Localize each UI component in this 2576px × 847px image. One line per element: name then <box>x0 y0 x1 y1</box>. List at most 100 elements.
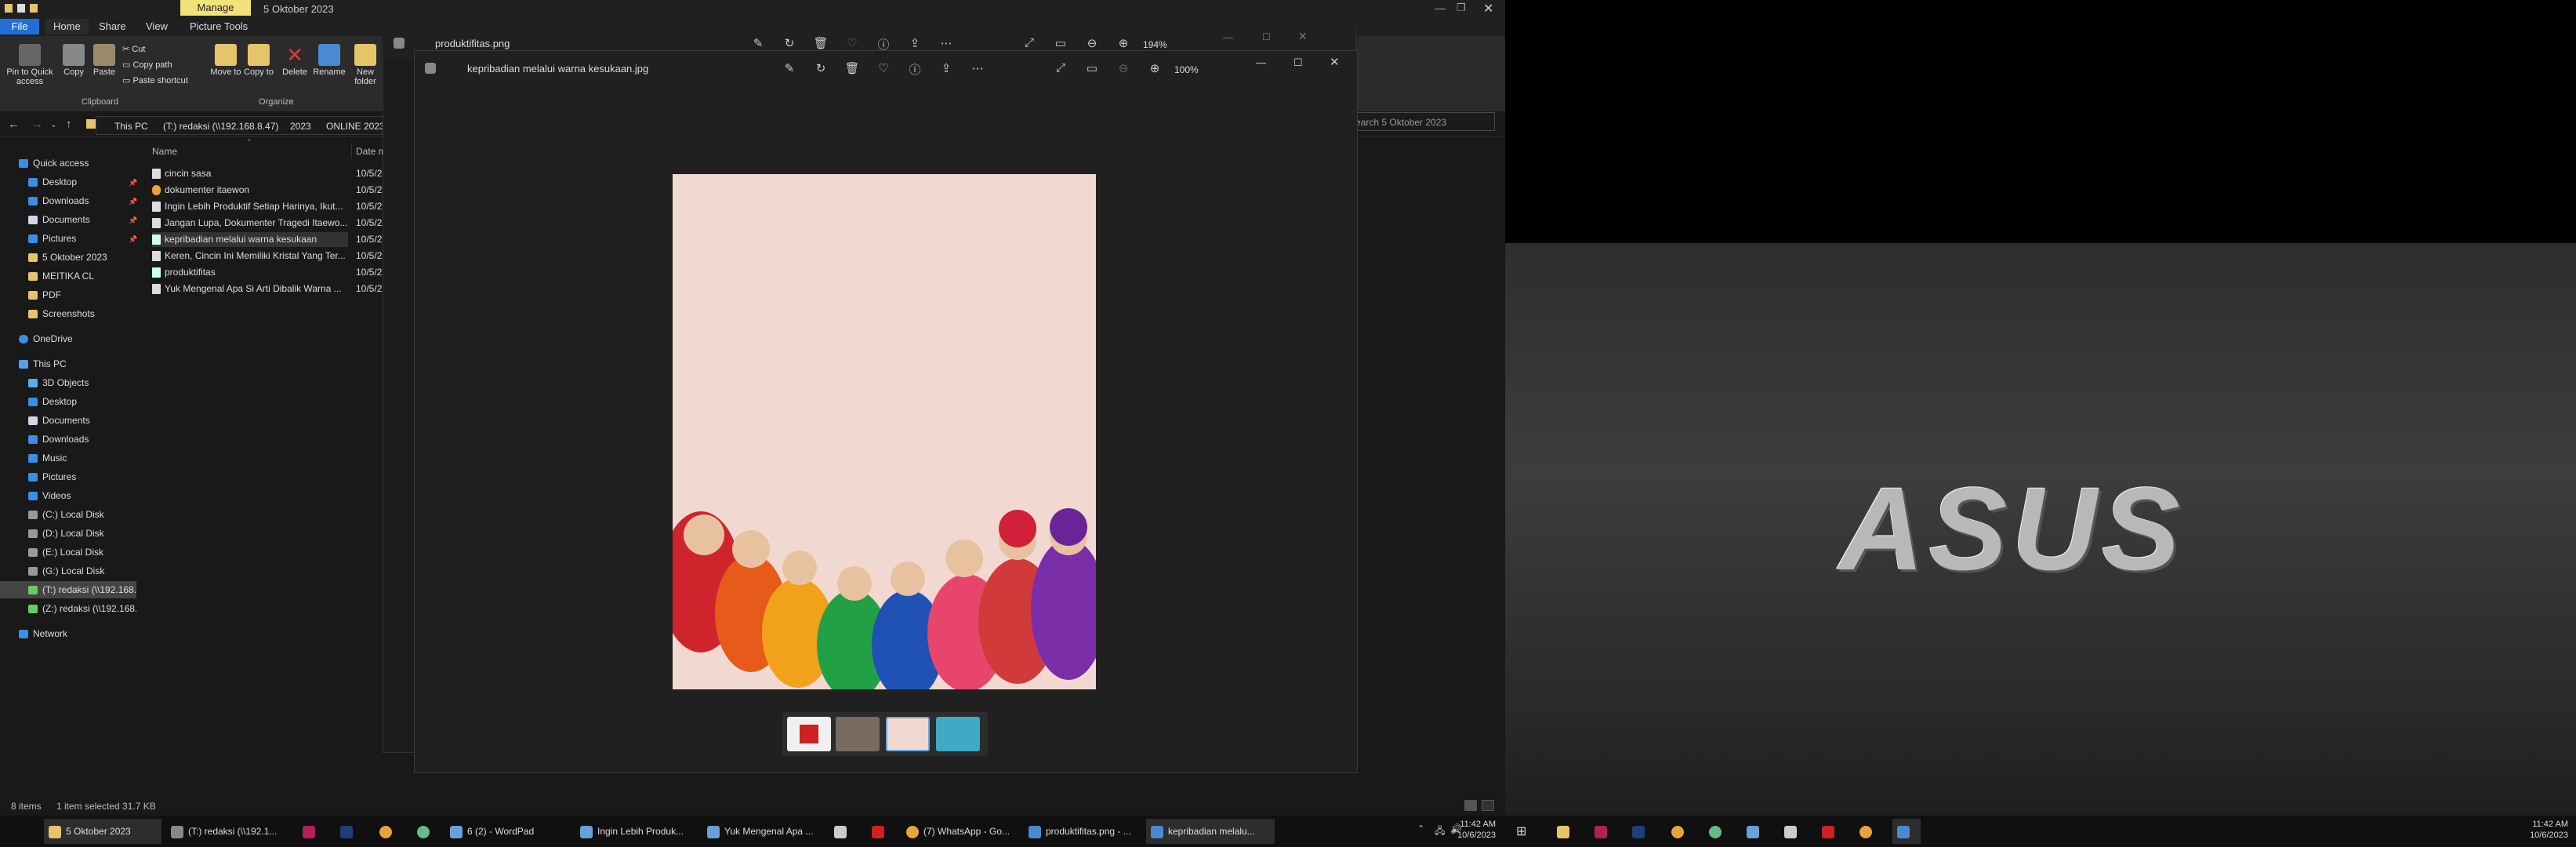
close-icon[interactable]: ✕ <box>1298 30 1308 43</box>
thumbnail[interactable] <box>787 717 831 751</box>
nav-item[interactable]: (C:) Local Disk <box>28 506 104 523</box>
taskbar-item[interactable]: (T:) redaksi (\\192.1... <box>166 819 284 844</box>
tab-picture-tools[interactable]: Picture Tools <box>182 19 256 35</box>
nav-item[interactable]: Desktop <box>28 173 77 191</box>
taskbar-item-active[interactable]: kepribadian melalu... <box>1146 819 1275 844</box>
column-name[interactable]: Name <box>152 146 177 157</box>
back-arrow-icon[interactable]: ← <box>8 118 20 131</box>
edit-icon[interactable]: ✎ <box>781 61 798 75</box>
move-to-button[interactable]: Move to <box>210 44 241 77</box>
delete-icon[interactable]: 🗑 <box>812 36 829 50</box>
rotate-icon[interactable]: ↻ <box>812 61 829 75</box>
search-input[interactable]: Search 5 Oktober 2023 <box>1342 112 1495 131</box>
nav-item[interactable]: Screenshots <box>28 305 95 322</box>
filezilla-icon[interactable] <box>867 819 891 844</box>
start-icon[interactable]: ⊞ <box>1516 823 1526 839</box>
wordpad-icon[interactable] <box>1742 819 1765 844</box>
breadcrumb-drive[interactable]: (T:) redaksi (\\192.168.8.47) <box>163 121 278 132</box>
nav-item[interactable]: Pictures <box>28 230 76 247</box>
nav-item[interactable]: Desktop <box>28 393 77 410</box>
close-icon[interactable]: ✕ <box>1330 55 1340 69</box>
breadcrumb-online[interactable]: ONLINE 2023 <box>326 121 385 132</box>
delete-icon[interactable]: 🗑 <box>844 61 861 75</box>
share-icon[interactable]: ⇪ <box>938 61 955 75</box>
taskbar-item[interactable]: 6 (2) - WordPad <box>445 819 571 844</box>
acrobat-icon[interactable] <box>829 819 853 844</box>
manage-tab[interactable]: Manage <box>180 0 251 16</box>
nav-item[interactable]: (Z:) redaksi (\\192.168.8 <box>28 600 136 617</box>
nav-item[interactable]: Documents <box>28 412 90 429</box>
favorite-icon[interactable]: ♡ <box>844 36 861 50</box>
nav-item[interactable]: (D:) Local Disk <box>28 525 104 542</box>
recent-chevron-icon[interactable]: ⌄ <box>50 121 56 129</box>
new-folder-icon[interactable] <box>30 4 38 13</box>
cut-button[interactable]: ✂ Cut <box>122 44 145 54</box>
pin-quick-access-button[interactable]: Pin to Quick access <box>3 44 56 86</box>
minimize-icon[interactable]: — <box>1223 31 1233 43</box>
fullscreen-icon[interactable]: ⤢ <box>1021 36 1038 49</box>
maximize-icon[interactable]: ☐ <box>1293 56 1303 69</box>
file-row[interactable]: cincin sasa <box>152 166 348 181</box>
taskbar-item[interactable]: (7) WhatsApp - Go... <box>902 819 1019 844</box>
minimize-icon[interactable]: — <box>1435 2 1446 14</box>
nav-item[interactable]: 3D Objects <box>28 374 89 391</box>
nav-item[interactable]: (G:) Local Disk <box>28 562 104 580</box>
nav-item[interactable]: (E:) Local Disk <box>28 543 103 561</box>
details-view-icon[interactable] <box>1464 800 1477 811</box>
large-icons-view-icon[interactable] <box>1482 800 1494 811</box>
paste-button[interactable]: Paste <box>89 44 119 77</box>
up-arrow-icon[interactable]: ↑ <box>66 118 72 131</box>
file-row[interactable]: Jangan Lupa, Dokumenter Tragedi Itaewo..… <box>152 216 348 231</box>
breadcrumb-2023[interactable]: 2023 <box>290 121 311 132</box>
nav-item[interactable]: Pictures <box>28 468 76 485</box>
photos-icon[interactable] <box>1892 819 1921 844</box>
zoom-in-icon[interactable]: ⊕ <box>1146 61 1163 75</box>
thumbnail-selected[interactable] <box>886 717 930 751</box>
favorite-icon[interactable]: ♡ <box>875 61 892 75</box>
indesign-icon[interactable] <box>1590 819 1613 844</box>
nav-item[interactable]: PDF <box>28 286 61 304</box>
more-icon[interactable]: ⋯ <box>938 36 955 50</box>
thumbnail[interactable] <box>836 717 880 751</box>
tab-home[interactable]: Home <box>45 19 89 35</box>
indesign-icon[interactable] <box>298 819 321 844</box>
file-row[interactable]: dokumenter itaewon <box>152 183 348 198</box>
nav-this-pc[interactable]: This PC <box>19 355 67 373</box>
close-icon[interactable]: ✕ <box>1483 1 1493 16</box>
copy-button[interactable]: Copy <box>60 44 88 77</box>
folder-icon[interactable] <box>1552 819 1576 844</box>
photoshop-icon[interactable] <box>336 819 359 844</box>
new-folder-button[interactable]: New folder <box>350 44 381 86</box>
copy-to-button[interactable]: Copy to <box>243 44 274 77</box>
file-row-selected[interactable]: kepribadian melalui warna kesukaan <box>152 232 348 247</box>
nav-onedrive[interactable]: OneDrive <box>19 330 73 347</box>
filezilla-icon[interactable] <box>1817 819 1841 844</box>
taskbar-item[interactable]: 5 Oktober 2023 <box>44 819 161 844</box>
column-divider[interactable] <box>351 143 352 158</box>
paste-shortcut-button[interactable]: ▭ Paste shortcut <box>122 75 188 85</box>
nav-item[interactable]: Videos <box>28 487 71 504</box>
breadcrumb-this-pc[interactable]: This PC <box>114 121 148 132</box>
nav-item-selected[interactable]: (T:) redaksi (\\192.168.8 <box>0 581 136 598</box>
zoom-in-icon[interactable]: ⊕ <box>1115 36 1132 50</box>
properties-icon[interactable] <box>17 4 25 13</box>
taskbar-item[interactable]: produktifitas.png - ... <box>1024 819 1141 844</box>
nav-network[interactable]: Network <box>19 625 67 642</box>
fit-icon[interactable]: ▭ <box>1052 36 1069 50</box>
file-row[interactable]: produktifitas <box>152 265 348 280</box>
tray-chevron-icon[interactable]: ⌃ <box>1417 823 1424 834</box>
copy-path-button[interactable]: ▭ Copy path <box>122 60 172 70</box>
app-icon[interactable] <box>412 819 436 844</box>
zoom-out-icon[interactable]: ⊖ <box>1083 36 1101 50</box>
maximize-icon[interactable]: ☐ <box>1262 31 1271 42</box>
rotate-icon[interactable]: ↻ <box>781 36 798 50</box>
nav-item[interactable]: MEITIKA CL <box>28 267 94 285</box>
info-icon[interactable]: ⓘ <box>906 61 923 78</box>
chrome-icon[interactable] <box>375 819 398 844</box>
photoshop-icon[interactable] <box>1627 819 1651 844</box>
file-row[interactable]: Ingin Lebih Produktif Setiap Harinya, Ik… <box>152 199 348 214</box>
fullscreen-icon[interactable]: ⤢ <box>1052 61 1069 75</box>
nav-quick-access[interactable]: Quick access <box>19 154 89 172</box>
tab-file[interactable]: File <box>0 19 39 35</box>
nav-item[interactable]: Downloads <box>28 192 89 209</box>
